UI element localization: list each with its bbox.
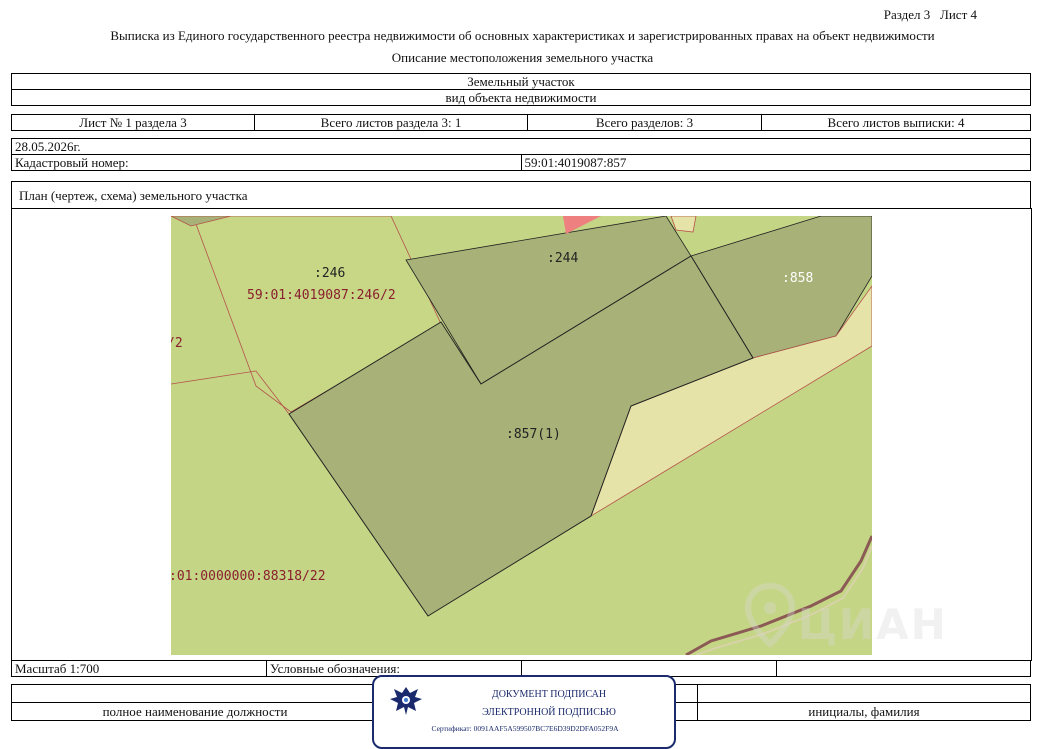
stamp-line-2: ЭЛЕКТРОННОЙ ПОДПИСЬЮ	[482, 707, 616, 718]
e-signature-stamp: ДОКУМЕНТ ПОДПИСАН ЭЛЕКТРОННОЙ ПОДПИСЬЮ С…	[372, 675, 676, 749]
label-857: :857(1)	[506, 427, 561, 442]
sheet-info-table: Лист № 1 раздела 3 Всего листов раздела …	[11, 114, 1031, 131]
legend-cell-empty-2	[776, 660, 1031, 677]
plan-header-table: План (чертеж, схема) земельного участка	[11, 181, 1031, 209]
sheet-number: Лист № 1 раздела 3	[11, 114, 255, 131]
watermark-text: ЦИАН	[798, 600, 948, 649]
label-244: :244	[547, 251, 578, 266]
plan-title: План (чертеж, схема) земельного участка	[11, 181, 1031, 209]
document-subtitle: Описание местоположения земельного участ…	[391, 50, 654, 65]
stamp-line-1: ДОКУМЕНТ ПОДПИСАН	[491, 689, 607, 700]
location-pin-icon	[744, 582, 796, 649]
position-caption: полное наименование должности	[11, 702, 379, 721]
scale-label: Масштаб 1:700	[11, 660, 267, 677]
cadastral-number: 59:01:4019087:857	[520, 154, 1031, 171]
total-section-sheets: Всего листов раздела 3: 1	[254, 114, 528, 131]
initials-cell	[697, 684, 1031, 703]
cadastral-label: Кадастровый номер:	[11, 154, 522, 171]
eagle-emblem-icon	[390, 687, 422, 715]
label-246-fragment: /2	[171, 336, 183, 351]
label-858: :858	[782, 271, 813, 286]
label-246: :246	[314, 266, 345, 281]
section-sheet-label: Раздел 3 Лист 4	[883, 7, 977, 22]
object-type-table: Земельный участок вид объекта недвижимос…	[11, 73, 1031, 106]
stamp-certificate: Сертификат: 0091AAF5A599507BC7E6D39D2DFA…	[431, 724, 619, 733]
initials-caption: инициалы, фамилия	[697, 702, 1031, 721]
record-date: 28.05.2026г.	[11, 138, 1031, 155]
total-sections: Всего разделов: 3	[527, 114, 762, 131]
watermark: ЦИАН	[740, 580, 946, 660]
record-table: 28.05.2026г. Кадастровый номер: 59:01:40…	[11, 138, 1031, 171]
label-88318: :01:0000000:88318/22	[171, 569, 326, 584]
label-246-full: 59:01:4019087:246/2	[247, 288, 396, 303]
total-extract-sheets: Всего листов выписки: 4	[761, 114, 1031, 131]
object-type-caption: вид объекта недвижимости	[11, 89, 1031, 106]
position-cell	[11, 684, 379, 703]
object-type: Земельный участок	[11, 73, 1031, 90]
document-title: Выписка из Единого государственного реес…	[110, 28, 935, 43]
